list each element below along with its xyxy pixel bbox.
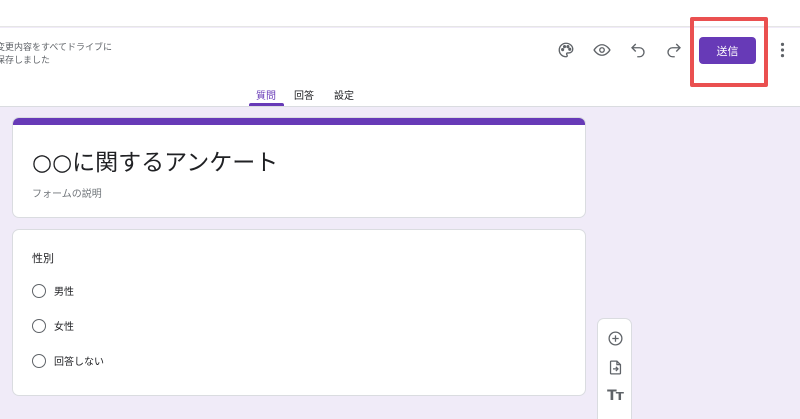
- radio-button[interactable]: [32, 353, 46, 368]
- radio-button[interactable]: [32, 283, 46, 298]
- form-title[interactable]: ○○に関するアンケート: [32, 143, 278, 177]
- form-header: 変更内容をすべてドライブに 保存しました 送信 質問 回答 設定: [0, 28, 800, 107]
- more-vert-icon[interactable]: [776, 40, 788, 60]
- top-strip: [0, 0, 800, 27]
- palette-icon[interactable]: [556, 40, 576, 60]
- save-status-line2: 保存しました: [0, 56, 51, 66]
- tab-questions[interactable]: 質問: [256, 87, 276, 102]
- option-label: 女性: [54, 322, 74, 333]
- save-status: 変更内容をすべてドライブに 保存しました: [0, 42, 112, 68]
- active-tab-indicator: [249, 103, 284, 106]
- radio-button[interactable]: [32, 318, 46, 333]
- option-label: 男性: [54, 287, 74, 298]
- redo-icon[interactable]: [664, 40, 684, 60]
- title-card-accent-bar: [13, 118, 585, 125]
- import-questions-icon[interactable]: [606, 358, 624, 376]
- option-item[interactable]: 男性: [32, 283, 74, 298]
- send-button[interactable]: 送信: [699, 37, 756, 64]
- side-toolbar: Tт: [597, 318, 632, 419]
- tab-settings[interactable]: 設定: [334, 87, 354, 102]
- option-label: 回答しない: [54, 357, 104, 368]
- question-title[interactable]: 性別: [32, 250, 54, 266]
- add-question-icon[interactable]: [606, 329, 624, 347]
- save-status-line1: 変更内容をすべてドライブに: [0, 43, 113, 53]
- form-title-card[interactable]: ○○に関するアンケート フォームの説明: [12, 117, 586, 218]
- add-title-text-icon[interactable]: Tт: [606, 387, 624, 405]
- form-description-field[interactable]: フォームの説明: [32, 185, 102, 200]
- question-card[interactable]: 性別 男性 女性 回答しない: [12, 229, 586, 396]
- undo-icon[interactable]: [628, 40, 648, 60]
- form-tabs: 質問 回答 設定: [0, 83, 800, 107]
- preview-eye-icon[interactable]: [592, 40, 612, 60]
- option-item[interactable]: 回答しない: [32, 353, 104, 368]
- tab-responses[interactable]: 回答: [294, 87, 314, 102]
- option-item[interactable]: 女性: [32, 318, 74, 333]
